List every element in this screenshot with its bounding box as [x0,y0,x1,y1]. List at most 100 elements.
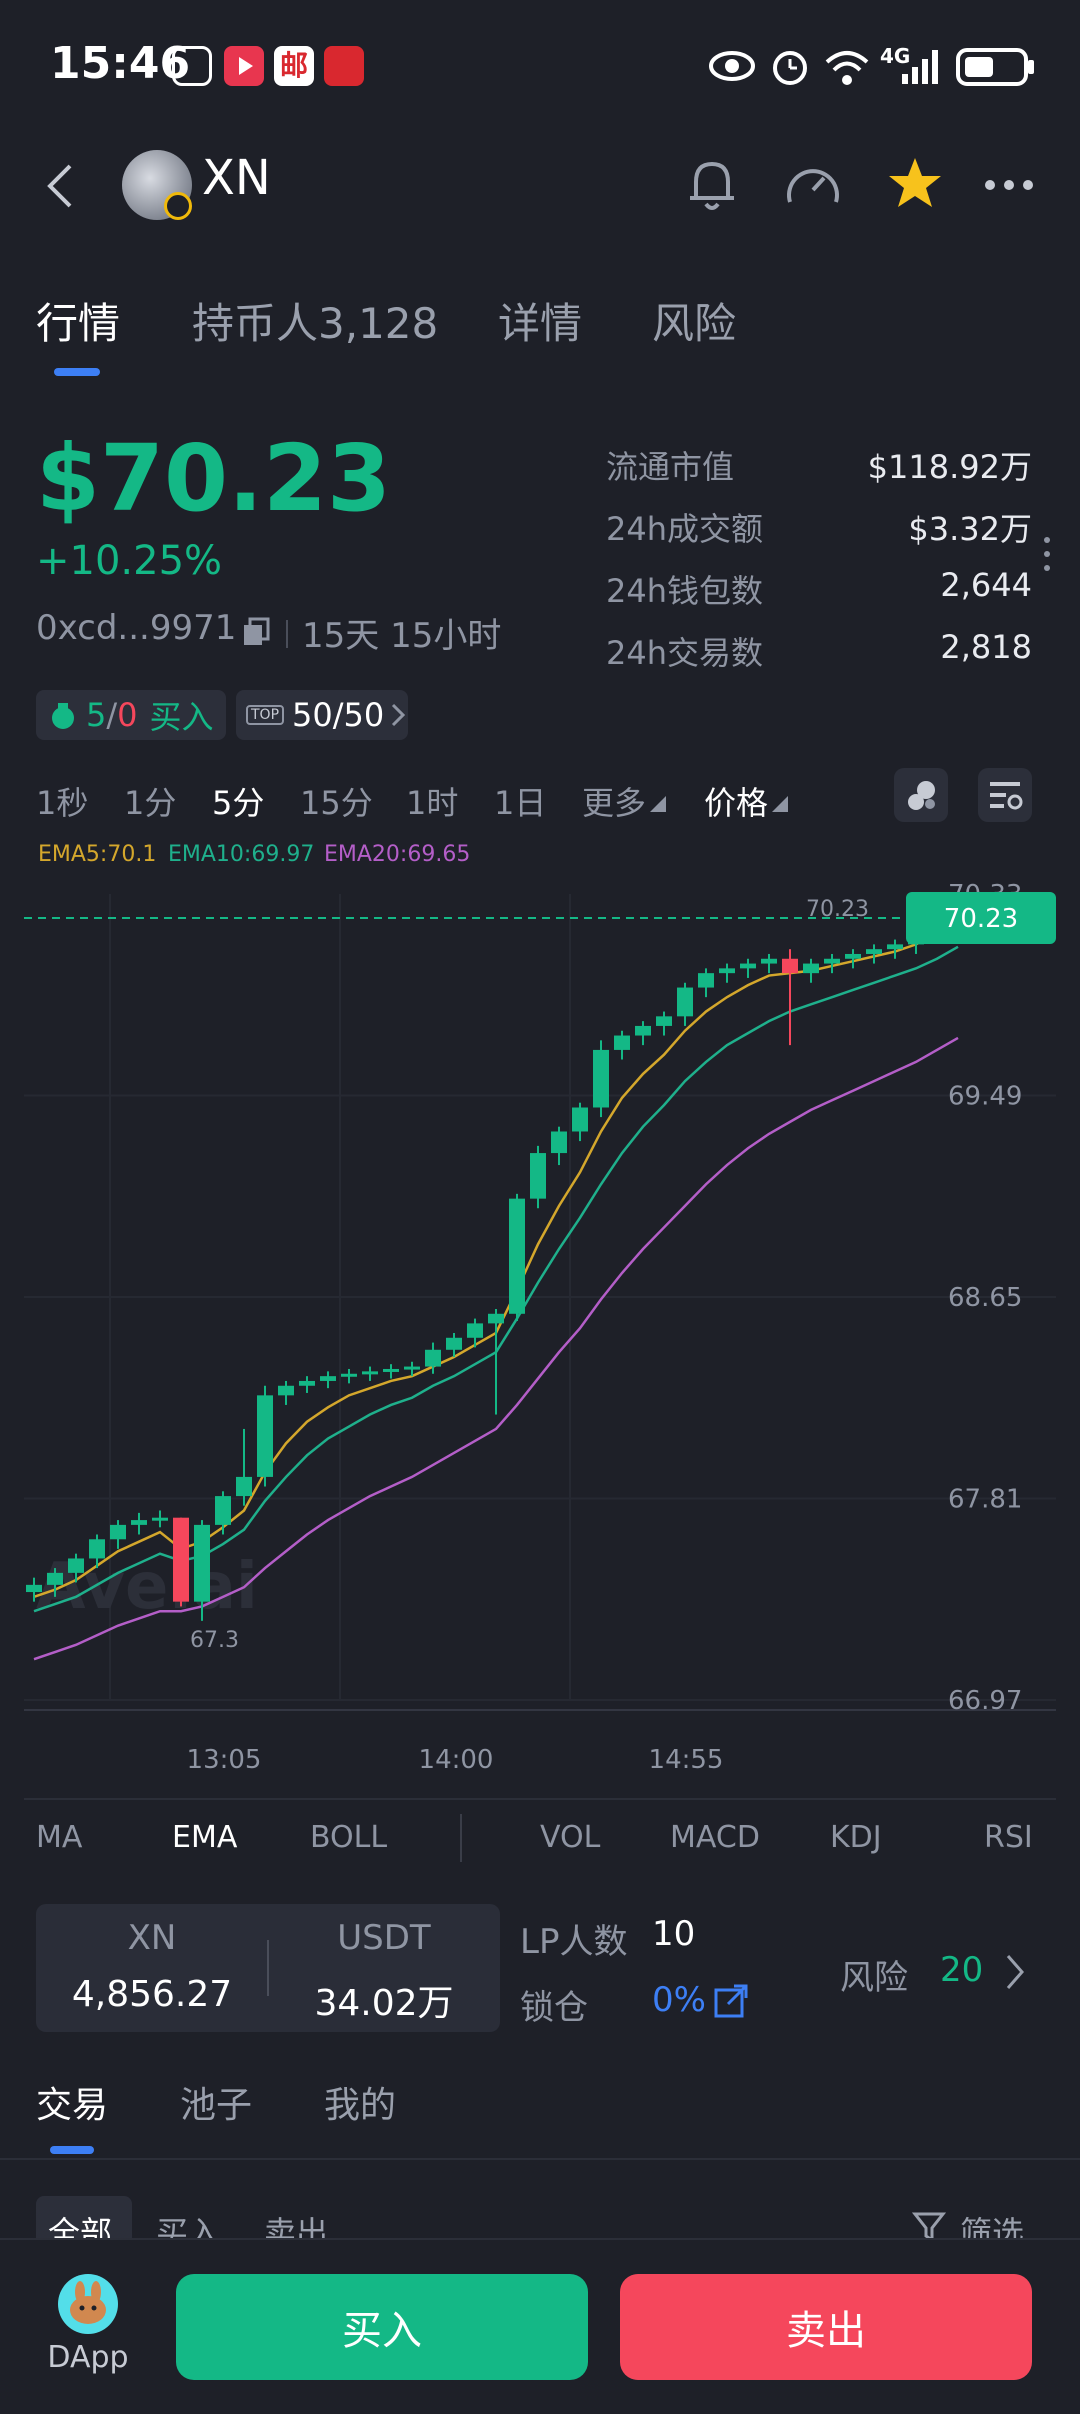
stat-value-market-cap: $118.92万 [867,448,1032,486]
more-icon[interactable] [982,172,1036,198]
smart-money-chip[interactable]: 5 / 0 买入 [36,690,226,740]
candle-body [446,1337,462,1350]
candle-body [593,1049,609,1108]
candle-body [215,1496,231,1525]
indicator-boll[interactable]: BOLL [310,1820,387,1855]
candle-body [278,1385,294,1396]
indicator-separator [460,1814,462,1862]
price-chart[interactable]: Ave.ai 70.3369.4968.6567.8166.97 13:0514… [0,870,1080,1770]
status-time: 15:46 [50,38,191,89]
candle-body [320,1376,336,1381]
contract-address: 0xcd...9971 [36,608,237,648]
token-avatar [122,150,192,220]
alarm-icon [773,51,807,85]
candle-body [845,953,861,959]
indicator-vol[interactable]: VOL [540,1820,600,1855]
pool-reserves: XN 4,856.27 USDT 34.02万 [36,1904,500,2032]
bottom-tabs-divider [0,2158,1080,2160]
vertical-more-icon[interactable] [1040,534,1054,574]
star-icon[interactable] [886,154,944,212]
tab-risk[interactable]: 风险 [652,290,736,351]
copy-icon[interactable] [240,616,272,648]
bubble-toggle-button[interactable] [894,768,948,822]
top-holders-chip[interactable]: TOP 50/50 [236,690,408,740]
indicator-ma[interactable]: MA [36,1820,82,1855]
tab-trades[interactable]: 交易 [36,2076,108,2128]
timeframe-1d[interactable]: 1日 [494,778,546,824]
stat-label-wallets: 24h钱包数 [606,572,764,610]
candle-body [131,1520,147,1525]
pool-token-b-amount: 34.02万 [314,1983,454,2024]
candle-body [740,963,756,969]
candle-body [824,958,840,964]
candle-body [68,1558,84,1573]
timeframe-15m[interactable]: 15分 [300,778,373,824]
candle-body [425,1349,441,1367]
lock-value: 0% [652,1980,706,2020]
chart-settings-button[interactable] [978,768,1032,822]
candle-body [614,1035,630,1050]
candle-body [698,973,714,988]
smart-buy-label: 买入 [149,698,214,736]
candle-body [26,1584,42,1593]
token-title: XN [202,150,271,206]
candle-body [467,1323,483,1338]
candle-body [89,1539,105,1559]
shopping-app-icon [324,46,364,86]
timeframe-1m[interactable]: 1分 [124,778,176,824]
y-tick-label: 67.81 [948,1485,1022,1515]
ema10-path [33,945,959,1613]
stat-value-volume: $3.32万 [908,510,1032,548]
x-tick-label: 14:55 [649,1745,724,1770]
ema5-legend: EMA5:70.1 [38,842,157,867]
candle-body [719,968,735,974]
bell-icon[interactable] [684,156,740,214]
timeframe-more[interactable]: 更多 [582,778,646,824]
tab-details[interactable]: 详情 [498,290,582,351]
last-price-line-label: 70.23 [806,897,869,922]
timeframe-1s[interactable]: 1秒 [36,778,88,824]
lp-count-label: LP人数 [520,1922,628,1962]
sell-button[interactable]: 卖出 [620,2274,1032,2380]
ema10-legend: EMA10:69.97 [168,842,315,867]
price-toggle[interactable]: 价格 [704,778,768,824]
risk-score[interactable]: 20 [940,1950,983,1990]
indicator-rsi[interactable]: RSI [984,1820,1033,1855]
candle-body [341,1373,357,1377]
tab-holders[interactable]: 持币人3,128 [192,290,438,351]
indicator-kdj[interactable]: KDJ [830,1820,882,1855]
risk-label[interactable]: 风险 [840,1950,908,1999]
candle-body [803,963,819,974]
bubbles-icon [908,781,935,810]
wifi-icon [825,51,869,85]
chevron-right-icon [392,703,406,727]
risk-chevron-icon[interactable] [1004,1952,1026,1992]
external-link-icon[interactable] [712,1982,750,2020]
ema5-line [33,916,959,1599]
indicator-ema[interactable]: EMA [172,1820,237,1855]
tab-mine[interactable]: 我的 [324,2076,396,2128]
y-tick-label: 69.49 [948,1082,1022,1112]
candle-body [194,1524,210,1602]
back-arrow-icon[interactable] [42,160,78,212]
timeframe-5m[interactable]: 5分 [212,778,264,824]
tab-market[interactable]: 行情 [36,290,120,351]
x-tick-label: 14:00 [419,1745,494,1770]
tab-pools[interactable]: 池子 [180,2076,252,2128]
low-annotation: 67.3 [190,1628,239,1653]
y-tick-label: 68.65 [948,1283,1022,1313]
gauge-icon[interactable] [782,156,844,214]
divider [286,620,288,648]
timeframe-1h[interactable]: 1时 [406,778,458,824]
x-tick-label: 13:05 [187,1745,262,1770]
token-age: 15天 15小时 [302,616,502,656]
ema10-line [33,945,959,1613]
lp-count-value: 10 [652,1914,696,1954]
buy-button[interactable]: 买入 [176,2274,588,2380]
pool-token-a: XN [127,1918,177,1958]
candle-body [530,1153,546,1199]
bnb-chain-icon [164,192,192,220]
indicator-macd[interactable]: MACD [670,1820,760,1855]
dapp-button[interactable]: DApp [36,2268,140,2378]
status-bar: 15:46 邮 4G [0,0,1080,130]
